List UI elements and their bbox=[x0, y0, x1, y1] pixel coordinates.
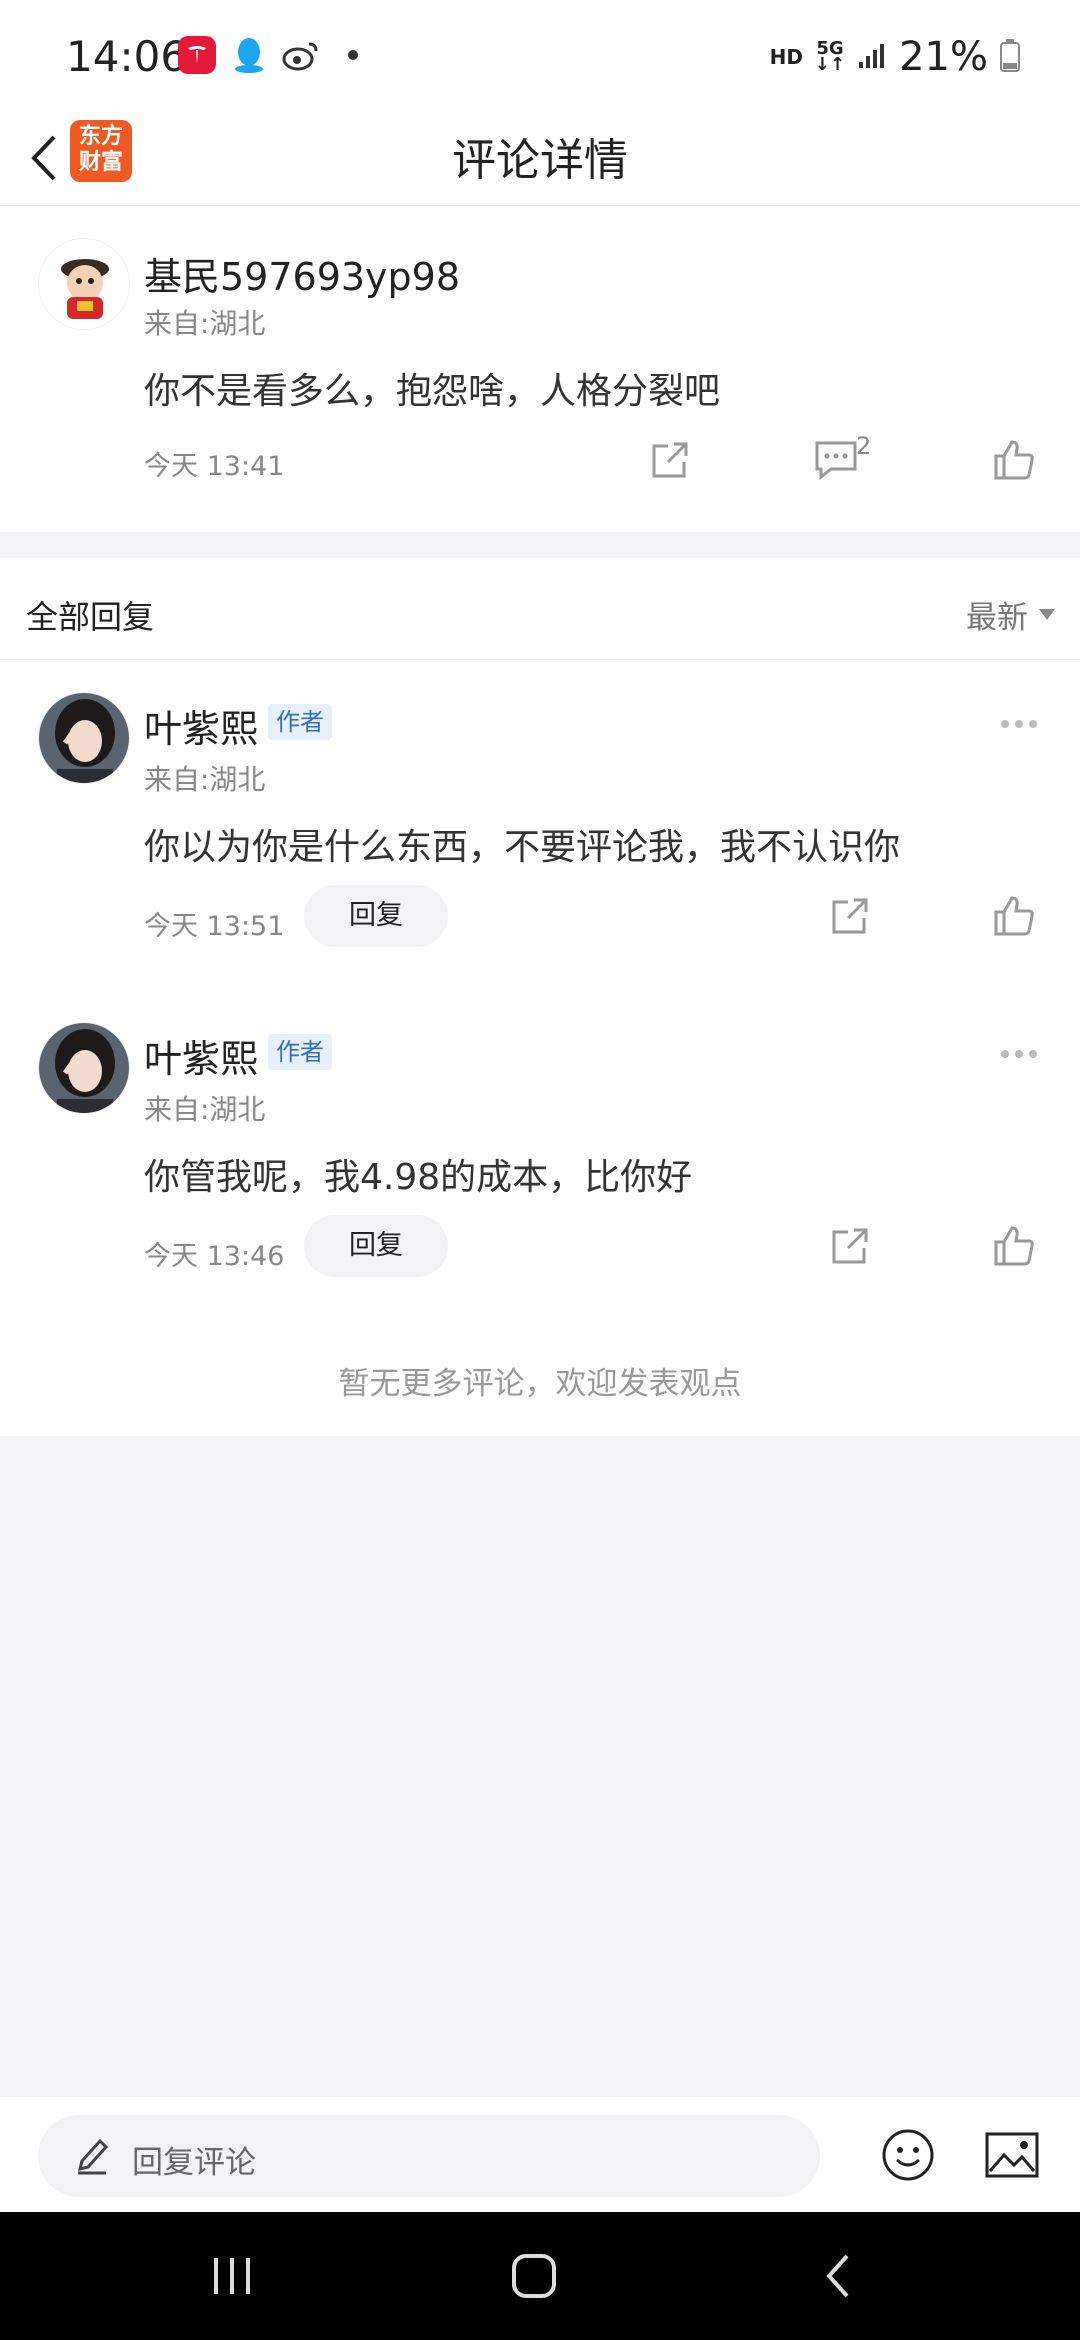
timestamp: 今天 13:41 bbox=[144, 451, 285, 482]
comment-icon bbox=[815, 441, 857, 481]
more-notifications-dot bbox=[348, 50, 358, 60]
like-button[interactable] bbox=[986, 1218, 1042, 1274]
share-icon bbox=[832, 1228, 868, 1264]
status-time: 14:06 bbox=[66, 32, 188, 81]
system-nav-bar bbox=[0, 2212, 1080, 2340]
comment-text: 你管我呢，我4.98的成本，比你好 bbox=[144, 1157, 693, 1198]
sort-dropdown[interactable]: 最新 bbox=[966, 592, 1056, 637]
recent-apps-icon bbox=[214, 2258, 250, 2294]
share-button[interactable] bbox=[822, 888, 878, 944]
reply-count: 2 bbox=[856, 432, 872, 460]
system-back-button[interactable] bbox=[798, 2242, 878, 2310]
notification-icons bbox=[178, 36, 358, 74]
network-icon: 5G ↓↑ bbox=[814, 38, 846, 75]
avatar[interactable] bbox=[38, 692, 130, 784]
share-icon bbox=[832, 898, 868, 934]
replies-header: 全部回复 最新 bbox=[0, 558, 1080, 660]
image-icon bbox=[985, 2132, 1039, 2178]
back-chevron-icon bbox=[826, 2254, 849, 2298]
bottom-input-bar: 回复评论 bbox=[0, 2096, 1080, 2212]
comment-text: 你以为你是什么东西，不要评论我，我不认识你 bbox=[144, 827, 901, 868]
username[interactable]: 叶紫熙 bbox=[144, 698, 258, 753]
battery-icon bbox=[1000, 38, 1020, 76]
tesla-app-icon bbox=[178, 36, 216, 74]
share-icon bbox=[652, 442, 688, 478]
replies-section: 全部回复 最新 叶紫熙 作者 来自:湖北 你以为你是什么东西，不要评论我，我不认… bbox=[0, 558, 1080, 1436]
reply-input[interactable]: 回复评论 bbox=[38, 2115, 820, 2197]
username[interactable]: 基民597693yp98 bbox=[144, 246, 460, 301]
author-badge: 作者 bbox=[268, 704, 332, 740]
status-bar: 14:06 HD 5G ↓↑ 21% bbox=[0, 0, 1080, 110]
like-button[interactable] bbox=[986, 888, 1042, 944]
recent-apps-button[interactable] bbox=[192, 2242, 272, 2310]
thumbs-up-icon bbox=[994, 1226, 1034, 1266]
main-comment: 基民597693yp98 来自:湖北 你不是看多么，抱怨啥，人格分裂吧 今天 1… bbox=[0, 206, 1080, 532]
top-nav-bar: 东方 财富 评论详情 bbox=[0, 110, 1080, 206]
location: 来自:湖北 bbox=[144, 763, 266, 796]
sort-label: 最新 bbox=[966, 600, 1028, 636]
timestamp: 今天 13:51 bbox=[144, 911, 285, 942]
weibo-icon bbox=[282, 36, 320, 74]
share-button[interactable] bbox=[642, 432, 698, 488]
reply-input-placeholder: 回复评论 bbox=[132, 2145, 256, 2181]
more-options-button[interactable] bbox=[994, 1034, 1044, 1074]
reply-button[interactable]: 回复 bbox=[304, 885, 448, 947]
hd-indicator: HD bbox=[769, 45, 803, 69]
avatar[interactable] bbox=[38, 1022, 130, 1114]
thumbs-up-icon bbox=[994, 440, 1034, 480]
qq-icon bbox=[230, 36, 268, 74]
home-icon bbox=[512, 2254, 556, 2298]
home-button[interactable] bbox=[494, 2242, 574, 2310]
dropdown-triangle-icon bbox=[1039, 608, 1055, 620]
comment-text: 你不是看多么，抱怨啥，人格分裂吧 bbox=[144, 371, 721, 412]
more-options-button[interactable] bbox=[994, 704, 1044, 744]
reply-button[interactable]: 回复 bbox=[304, 1215, 448, 1277]
battery-percent: 21% bbox=[899, 34, 988, 80]
pencil-icon bbox=[77, 2138, 109, 2175]
author-badge: 作者 bbox=[268, 1034, 332, 1070]
location: 来自:湖北 bbox=[144, 307, 266, 340]
like-button[interactable] bbox=[986, 432, 1042, 488]
thumbs-up-icon bbox=[994, 896, 1034, 936]
system-status: HD 5G ↓↑ 21% bbox=[770, 34, 1020, 80]
no-more-comments: 暂无更多评论，欢迎发表观点 bbox=[338, 1366, 742, 1402]
avatar[interactable] bbox=[38, 238, 130, 330]
all-replies-label: 全部回复 bbox=[26, 598, 155, 636]
signal-icon bbox=[857, 40, 887, 74]
image-button[interactable] bbox=[982, 2125, 1042, 2185]
username[interactable]: 叶紫熙 bbox=[144, 1028, 258, 1083]
page-title: 评论详情 bbox=[452, 135, 628, 186]
smiley-icon bbox=[882, 2129, 934, 2181]
share-button[interactable] bbox=[822, 1218, 878, 1274]
emoji-button[interactable] bbox=[878, 2125, 938, 2185]
timestamp: 今天 13:46 bbox=[144, 1241, 285, 1272]
location: 来自:湖北 bbox=[144, 1093, 266, 1126]
